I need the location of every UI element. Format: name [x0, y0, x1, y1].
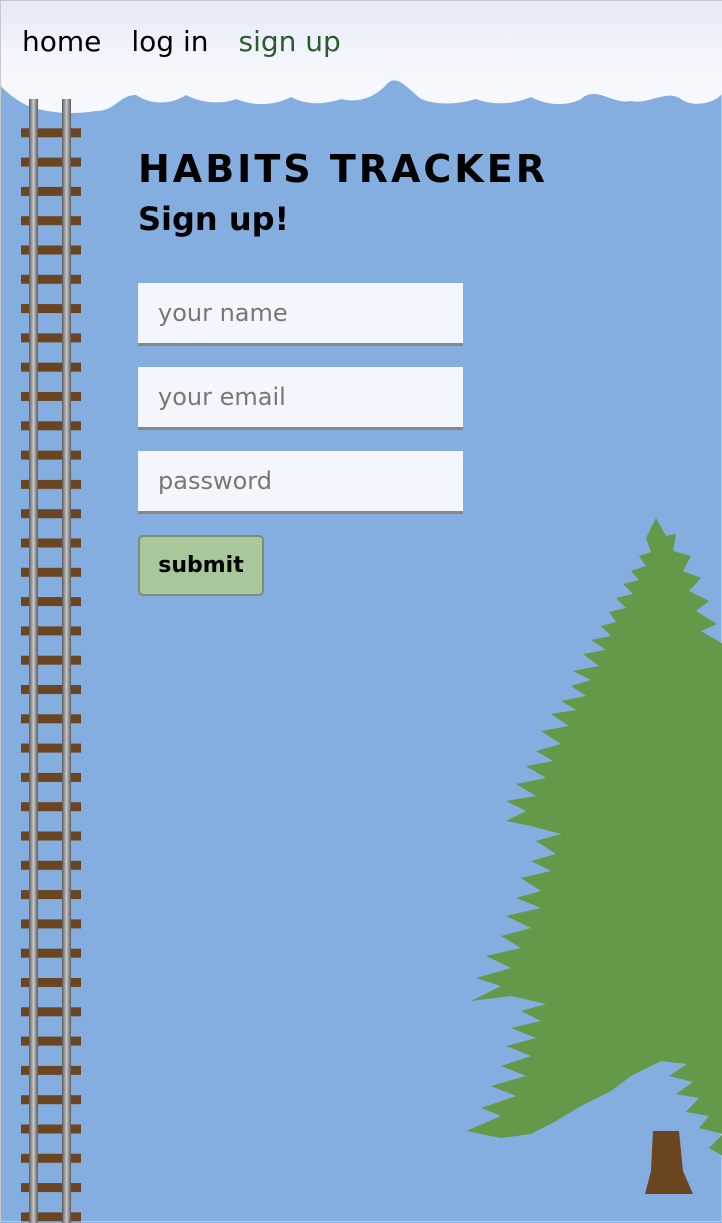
nav-login-link[interactable]: log in: [131, 25, 208, 58]
railway-tracks-icon: [21, 99, 81, 1223]
password-input[interactable]: [138, 451, 463, 514]
top-nav: home log in sign up: [22, 25, 341, 58]
name-input[interactable]: [138, 283, 463, 346]
nav-signup-link[interactable]: sign up: [239, 25, 341, 58]
submit-button[interactable]: submit: [138, 535, 264, 596]
pine-tree-icon: [466, 518, 722, 1194]
cloud-header-icon: [1, 1, 722, 113]
page-title: HABITS TRACKER: [138, 147, 548, 191]
email-input[interactable]: [138, 367, 463, 430]
page-subtitle: Sign up!: [138, 200, 290, 238]
nav-home-link[interactable]: home: [22, 25, 101, 58]
